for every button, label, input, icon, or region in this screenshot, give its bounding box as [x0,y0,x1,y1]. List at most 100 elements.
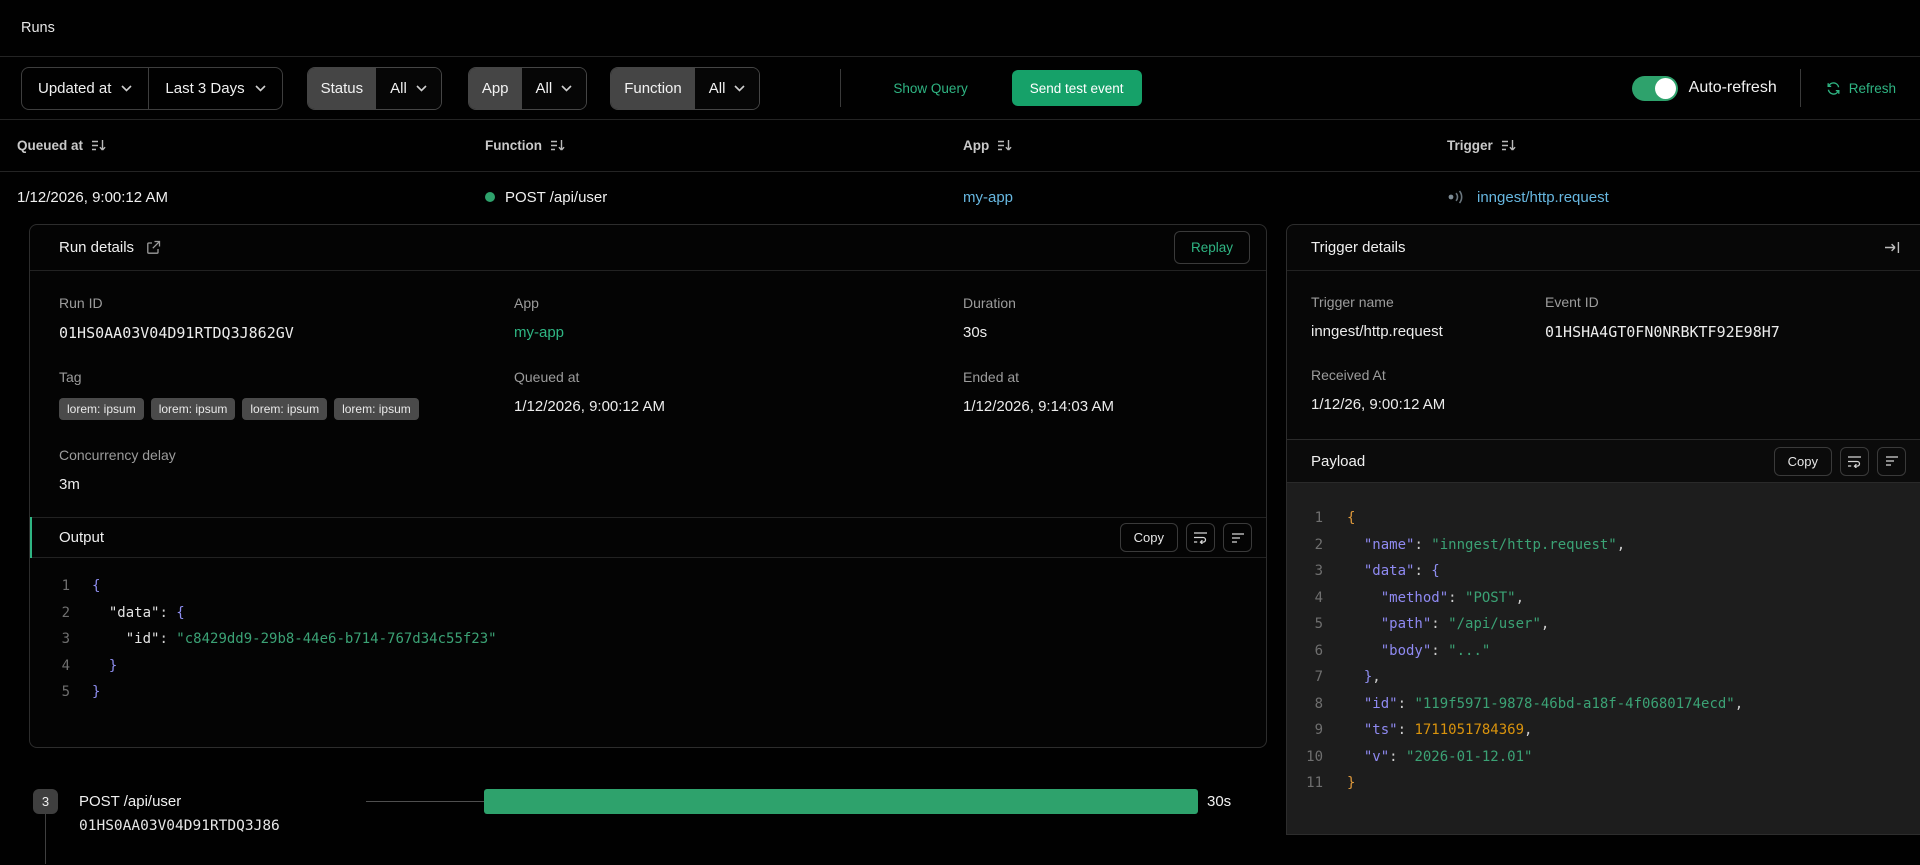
format-lines-icon [1885,456,1898,466]
payload-title: Payload [1311,452,1366,470]
collapse-panel-button[interactable] [1884,241,1900,254]
column-header-trigger[interactable]: Trigger [1447,138,1517,153]
run-app-link[interactable]: my-app [963,189,1447,206]
time-range-dropdown[interactable]: Last 3 Days [148,67,281,109]
refresh-button[interactable]: Refresh [1826,81,1896,96]
run-details-fields: Run ID 01HS0AA03V04D91RTDQ3J862GV App my… [30,271,1266,493]
run-id-value: 01HS0AA03V04D91RTDQ3J862GV [59,324,294,342]
column-label: Function [485,138,542,153]
format-lines-button[interactable] [1877,446,1906,476]
field-label: Concurrency delay [59,447,176,463]
run-timeline: 3 POST /api/user 01HS0AA03V04D91RTDQ3J86… [29,789,1267,864]
field-label: Received At [1311,367,1386,383]
function-filter-label: Function [611,67,695,109]
status-filter: Status All [306,66,442,110]
show-query-button[interactable]: Show Query [893,81,967,96]
field-label: Event ID [1545,294,1599,310]
trigger-details-title: Trigger details [1311,239,1406,256]
replay-button[interactable]: Replay [1173,231,1250,264]
ended-at-value: 1/12/2026, 9:14:03 AM [963,398,1114,415]
format-lines-button[interactable] [1223,523,1252,552]
wrap-text-icon [1848,455,1861,468]
chevron-down-icon [561,84,572,92]
app-filter-dropdown[interactable]: All [521,67,587,109]
copy-payload-button[interactable]: Copy [1773,446,1832,476]
run-details-column: Run details Replay Run ID 01HS0AA03V04D9… [29,224,1267,864]
field-label: Tag [59,369,82,385]
open-run-button[interactable] [146,240,161,255]
payload-section-header: Payload Copy [1287,439,1920,483]
status-dot-icon [485,192,495,202]
field-trigger-name: Trigger name inngest/http.request [1311,294,1545,341]
column-header-function[interactable]: Function [485,138,566,153]
function-filter-dropdown[interactable]: All [694,67,760,109]
external-link-icon [147,240,161,254]
run-function-cell: POST /api/user [485,189,963,206]
column-header-queued-at[interactable]: Queued at [17,138,107,153]
step-count-badge[interactable]: 3 [33,789,58,814]
filter-divider [840,69,842,107]
refresh-label: Refresh [1848,80,1896,96]
send-test-event-button[interactable]: Send test event [1011,70,1142,106]
received-at-value: 1/12/26, 9:00:12 AM [1311,396,1446,413]
step-duration-bar[interactable] [484,789,1198,814]
wrap-text-button[interactable] [1186,523,1215,552]
tag-badge: lorem: ipsum [150,398,236,420]
event-pulse-icon [1448,190,1463,204]
app-value[interactable]: my-app [514,324,963,341]
run-details-card: Run details Replay Run ID 01HS0AA03V04D9… [29,224,1267,748]
chevron-down-icon [734,84,745,92]
time-range-value: Last 3 Days [165,79,245,97]
field-ended-at: Ended at 1/12/2026, 9:14:03 AM [963,369,1238,420]
field-label: Queued at [514,369,580,385]
sort-icon [92,140,106,151]
duration-value: 30s [963,324,988,341]
column-label: Trigger [1447,138,1493,153]
collapse-panel-icon [1885,242,1900,253]
output-title: Output [59,529,105,546]
toggle-knob [1654,77,1676,99]
page-title: Runs [21,20,55,36]
run-table-row[interactable]: 1/12/2026, 9:00:12 AM POST /api/user my-… [0,172,1920,222]
runs-table-header: Queued at Function App Trigger [0,120,1920,172]
concurrency-delay-value: 3m [59,476,80,493]
status-filter-dropdown[interactable]: All [376,67,441,109]
step-name: POST /api/user [79,793,182,810]
payload-code-block: 1{2 "name": "inngest/http.request", 3 "da… [1287,483,1920,834]
event-id-value: 01HSHA4GT0FN0NRBKTF92E98H7 [1545,323,1780,341]
field-label: Run ID [59,295,103,311]
trigger-details-header: Trigger details [1287,225,1920,271]
column-header-app[interactable]: App [963,138,1013,153]
sort-icon [1501,140,1516,151]
run-queued-at: 1/12/2026, 9:00:12 AM [17,188,168,206]
field-concurrency-delay: Concurrency delay 3m [59,447,514,493]
chevron-down-icon [416,84,427,92]
queued-at-value: 1/12/2026, 9:00:12 AM [514,398,665,415]
field-run-id: Run ID 01HS0AA03V04D91RTDQ3J862GV [59,295,514,342]
app-filter: App All [467,66,588,110]
field-label: Trigger name [1311,294,1394,310]
status-filter-label: Status [307,67,377,109]
run-details-header: Run details Replay [30,225,1266,271]
wrap-text-button[interactable] [1840,446,1869,476]
auto-refresh-toggle[interactable] [1631,75,1678,101]
sort-icon [998,140,1012,151]
run-function-name: POST /api/user [505,188,608,206]
run-trigger-link[interactable]: inngest/http.request [1477,189,1609,206]
app-filter-value: All [535,79,553,97]
function-filter: Function All [610,66,761,110]
trigger-details-fields: Trigger name inngest/http.request Event … [1287,271,1920,439]
timeline-badge-column: 3 [33,789,58,864]
field-duration: Duration 30s [963,295,1238,342]
app-filter-label: App [468,67,522,109]
run-trigger-cell: inngest/http.request [1447,189,1920,206]
filter-bar: Updated at Last 3 Days Status All App Al… [0,57,1920,120]
chevron-down-icon [121,84,132,92]
copy-output-button[interactable]: Copy [1119,523,1178,552]
chevron-down-icon [255,84,266,92]
field-received-at: Received At 1/12/26, 9:00:12 AM [1311,367,1545,413]
trigger-name-value: inngest/http.request [1311,323,1443,340]
sort-field-dropdown[interactable]: Updated at [22,68,148,109]
tag-badge: lorem: ipsum [334,398,419,420]
refresh-divider [1799,69,1801,107]
